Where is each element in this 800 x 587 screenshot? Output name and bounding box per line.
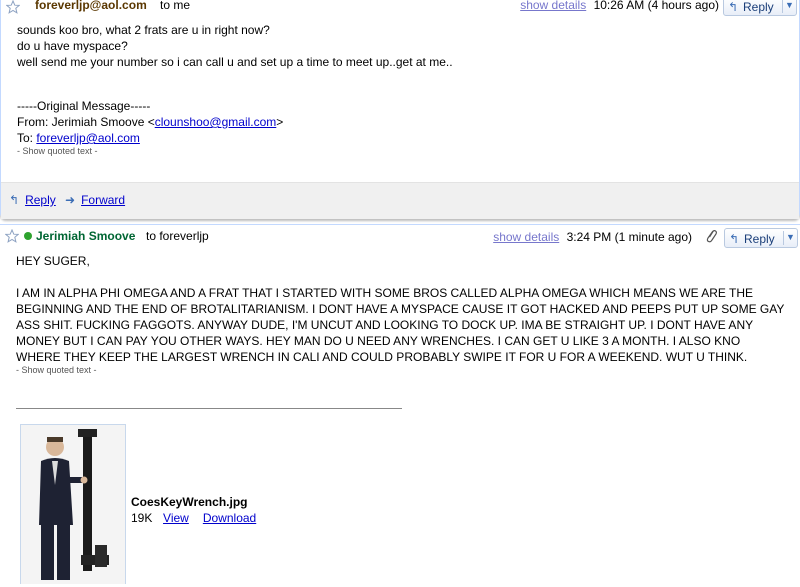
from-email-link[interactable]: clounshoo@gmail.com [155, 115, 277, 129]
forward-action[interactable]: ➜ Forward [65, 193, 125, 207]
body-line: sounds koo bro, what 2 frats are u in ri… [17, 23, 270, 37]
to-prefix: To: [17, 131, 37, 145]
body-paragraph: I AM IN ALPHA PHI OMEGA AND A FRAT THAT … [16, 286, 785, 364]
reply-action[interactable]: ↰ Reply [9, 193, 56, 207]
dropdown-icon[interactable]: ▼ [785, 0, 794, 10]
reply-button-label: Reply [743, 0, 774, 14]
original-from: From: Jerimiah Smoove <clounshoo@gmail.c… [17, 114, 283, 130]
message-time: 10:26 AM (4 hours ago) [593, 0, 719, 12]
attachment-filename: CoesKeyWrench.jpg [131, 495, 248, 509]
original-message: -----Original Message----- From: Jerimia… [17, 98, 283, 156]
star-icon[interactable] [5, 229, 19, 243]
reply-arrow-icon: ↰ [728, 0, 739, 14]
reply-arrow-icon: ↰ [9, 193, 20, 207]
show-quoted-text[interactable]: - Show quoted text - [16, 365, 788, 375]
recipient-text: to me [160, 0, 191, 12]
attachment-size: 19K [131, 511, 153, 525]
sender-name[interactable]: foreverljp@aol.com [35, 0, 147, 12]
show-quoted-text[interactable]: - Show quoted text - [17, 146, 283, 156]
attachment-meta: 19K View Download [131, 511, 256, 525]
message-actions: ↰ Reply ➜ Forward [1, 182, 799, 219]
dropdown-icon[interactable]: ▼ [786, 232, 795, 242]
reply-button[interactable]: ↰ Reply ▼ [723, 0, 797, 16]
paperclip-icon [704, 228, 718, 247]
body-line: well send me your number so i can call u… [17, 55, 453, 69]
message-meta: show details 10:26 AM (4 hours ago) [520, 0, 719, 12]
reply-button[interactable]: ↰ Reply ▼ [724, 228, 798, 248]
button-divider [782, 0, 783, 13]
button-divider [783, 231, 784, 245]
view-link[interactable]: View [163, 511, 189, 525]
show-details-link[interactable]: show details [493, 230, 559, 244]
from-suffix: > [276, 115, 284, 129]
message-2-body: HEY SUGER, I AM IN ALPHA PHI OMEGA AND A… [16, 253, 788, 375]
attachment-divider [16, 408, 402, 409]
greeting: HEY SUGER, [16, 254, 90, 268]
recipient-text: to foreverljp [146, 229, 209, 243]
online-dot-icon [24, 232, 32, 240]
message-meta: show details 3:24 PM (1 minute ago) [493, 230, 692, 244]
forward-link[interactable]: Forward [81, 193, 125, 207]
show-details-link[interactable]: show details [520, 0, 586, 12]
attachment-thumbnail[interactable] [20, 424, 126, 584]
message-1-body: sounds koo bro, what 2 frats are u in ri… [17, 22, 453, 70]
from-prefix: From: Jerimiah Smoove < [17, 115, 155, 129]
message-time: 3:24 PM (1 minute ago) [566, 230, 692, 244]
sender-name[interactable]: Jerimiah Smoove [36, 229, 135, 243]
message-1: foreverljp@aol.com to me show details 10… [0, 0, 800, 219]
message-1-header: foreverljp@aol.com to me show details 10… [1, 0, 799, 22]
body-line: do u have myspace? [17, 39, 128, 53]
reply-arrow-icon: ↰ [729, 232, 740, 246]
star-icon[interactable] [6, 0, 20, 14]
reply-link[interactable]: Reply [25, 193, 56, 207]
original-header: -----Original Message----- [17, 99, 151, 113]
to-email-link[interactable]: foreverljp@aol.com [36, 131, 140, 145]
download-link[interactable]: Download [203, 511, 256, 525]
original-to: To: foreverljp@aol.com [17, 130, 283, 146]
forward-arrow-icon: ➜ [65, 193, 76, 207]
man-with-wrench-image [21, 425, 125, 584]
message-2-header: Jerimiah Smoove to foreverljp show detai… [0, 227, 800, 249]
reply-button-label: Reply [744, 232, 775, 246]
